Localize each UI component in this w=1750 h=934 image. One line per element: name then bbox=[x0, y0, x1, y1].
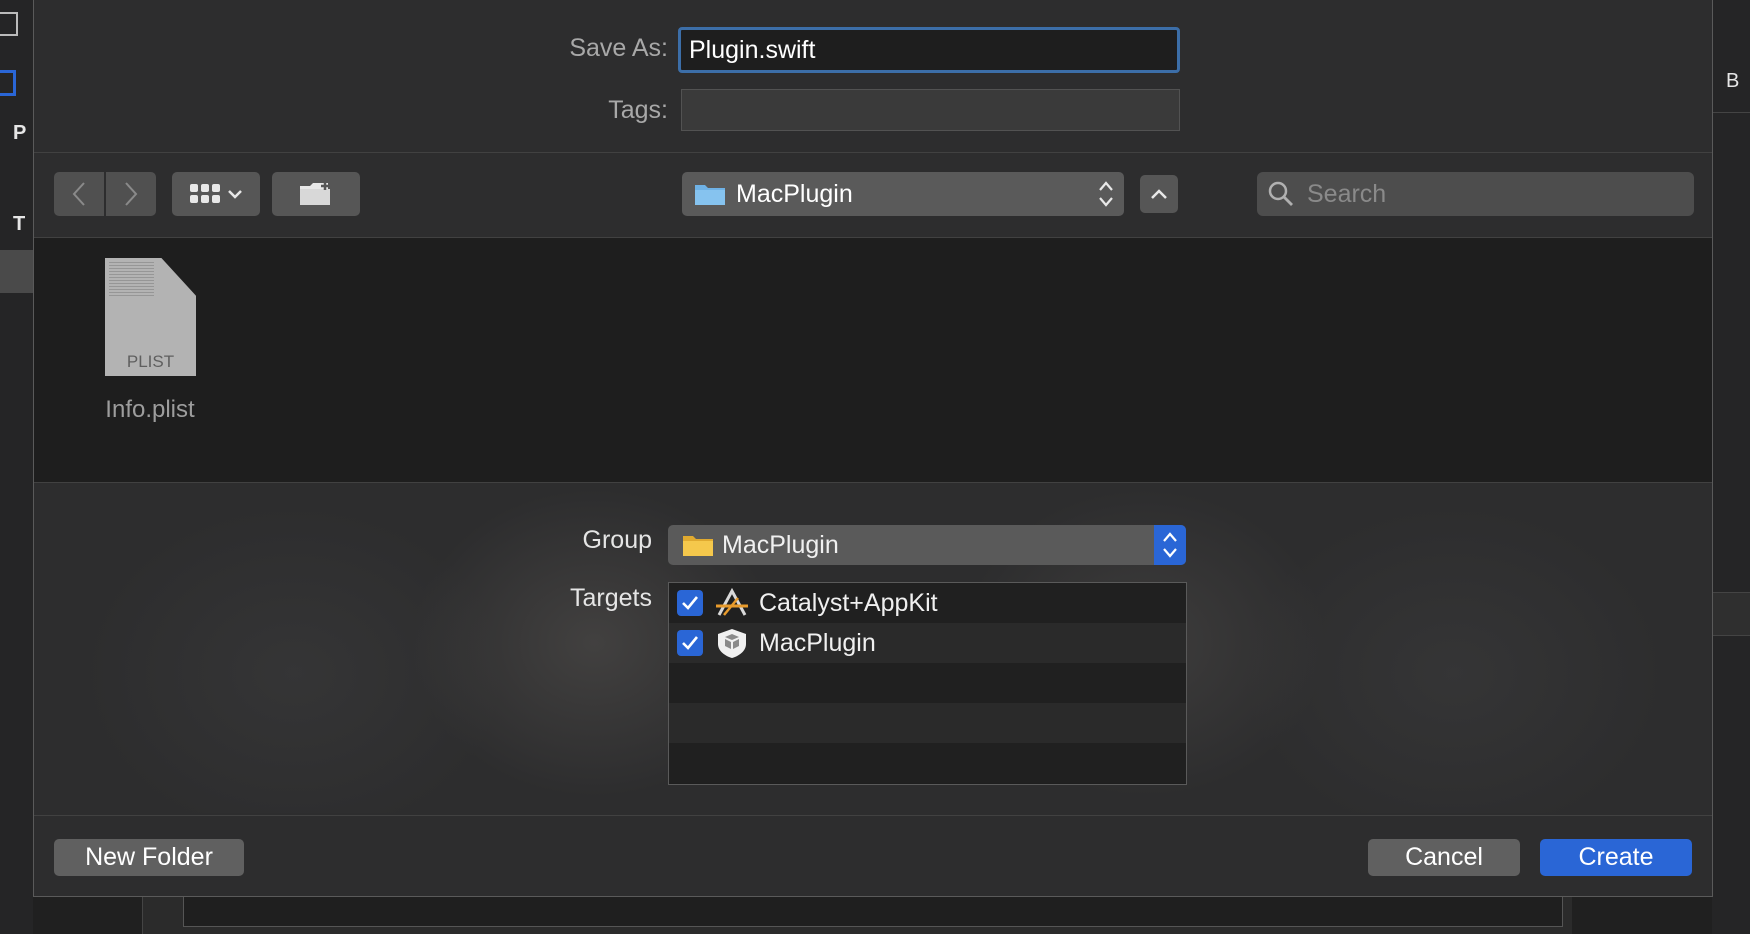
checkmark-icon bbox=[682, 596, 699, 610]
group-stepper bbox=[1154, 525, 1186, 565]
right-label: B bbox=[1726, 70, 1740, 92]
bundle-target-icon bbox=[718, 629, 746, 658]
view-mode-button[interactable] bbox=[172, 172, 260, 216]
file-browser[interactable] bbox=[34, 238, 1712, 483]
right-divider bbox=[1712, 112, 1750, 113]
save-dialog: Save As: Tags: MacPlugin bbox=[33, 0, 1713, 897]
selection-frame-icon bbox=[0, 70, 16, 96]
app-target-icon bbox=[716, 588, 748, 616]
location-popup[interactable]: MacPlugin bbox=[682, 172, 1124, 216]
icon-grid-icon bbox=[190, 184, 220, 203]
target-row[interactable]: Catalyst+AppKit bbox=[669, 583, 1186, 623]
tags-field[interactable] bbox=[681, 89, 1180, 131]
save-as-field[interactable] bbox=[678, 27, 1180, 73]
back-button[interactable] bbox=[54, 172, 104, 216]
create-button[interactable]: Create bbox=[1540, 839, 1692, 876]
new-folder-button[interactable]: New Folder bbox=[54, 839, 244, 876]
left-selected-row bbox=[0, 250, 33, 293]
location-label: MacPlugin bbox=[736, 179, 853, 208]
target-row[interactable]: MacPlugin bbox=[669, 623, 1186, 663]
header-divider bbox=[34, 152, 1712, 153]
grid-icon bbox=[0, 12, 18, 36]
group-popup[interactable]: MacPlugin bbox=[668, 525, 1186, 565]
file-name: Info.plist bbox=[105, 396, 195, 423]
search-placeholder: Search bbox=[1307, 179, 1387, 208]
empty-row bbox=[669, 663, 1186, 703]
checkmark-icon bbox=[682, 636, 699, 650]
group-value: MacPlugin bbox=[722, 530, 839, 559]
folder-plus-icon bbox=[300, 182, 330, 205]
up-down-chevron-icon bbox=[1163, 532, 1177, 558]
up-down-chevron-icon bbox=[1099, 181, 1113, 207]
folder-icon bbox=[695, 185, 725, 205]
left-label-2: T bbox=[13, 213, 26, 235]
footer-divider bbox=[34, 815, 1712, 816]
chevron-left-icon bbox=[72, 182, 85, 206]
chevron-right-icon bbox=[125, 182, 138, 206]
chevron-up-icon bbox=[1151, 189, 1167, 199]
save-as-label: Save As: bbox=[569, 34, 668, 62]
targets-label: Targets bbox=[570, 584, 652, 612]
target-checkbox[interactable] bbox=[677, 590, 703, 616]
tags-label: Tags: bbox=[608, 96, 668, 124]
empty-row bbox=[669, 743, 1186, 783]
bottom-panel-inner bbox=[183, 895, 1563, 927]
new-folder-toolbar-button[interactable] bbox=[272, 172, 360, 216]
collapse-button[interactable] bbox=[1140, 175, 1178, 213]
targets-table[interactable]: Catalyst+AppKit MacPlugin bbox=[668, 582, 1187, 785]
left-label-1: P bbox=[13, 122, 27, 144]
forward-button[interactable] bbox=[106, 172, 156, 216]
left-sidebar-strip: P T bbox=[0, 0, 33, 934]
right-row bbox=[1712, 592, 1750, 636]
chevron-down-icon bbox=[228, 190, 242, 199]
search-icon bbox=[1268, 181, 1293, 206]
target-name: Catalyst+AppKit bbox=[759, 588, 938, 617]
target-name: MacPlugin bbox=[759, 628, 876, 657]
document-text-lines bbox=[109, 262, 154, 296]
right-sidebar-strip: B bbox=[1712, 0, 1750, 934]
empty-row bbox=[669, 703, 1186, 743]
file-type-label: PLIST bbox=[126, 352, 175, 371]
group-label: Group bbox=[582, 526, 652, 554]
search-field[interactable]: Search bbox=[1257, 172, 1694, 216]
folder-icon bbox=[683, 536, 713, 556]
browser-divider bbox=[34, 482, 1712, 483]
cancel-button[interactable]: Cancel bbox=[1368, 839, 1520, 876]
target-checkbox[interactable] bbox=[677, 630, 703, 656]
